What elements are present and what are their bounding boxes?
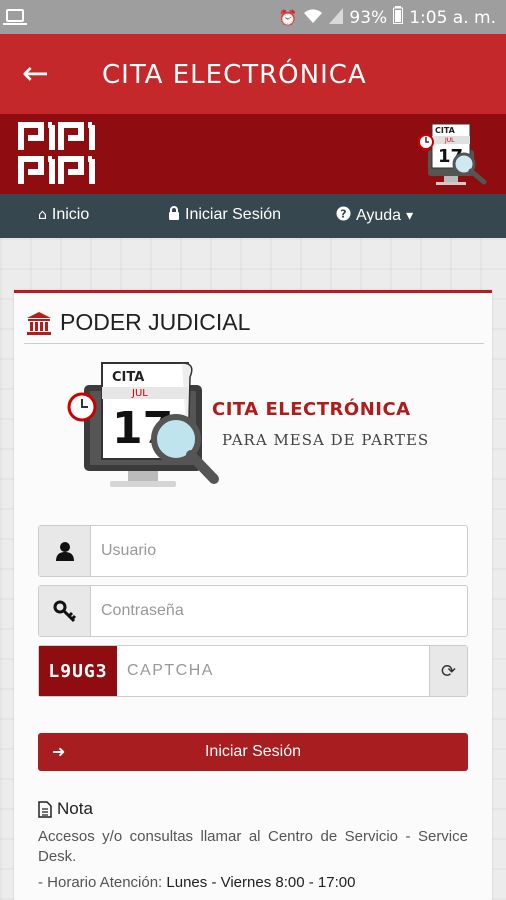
card-header: PODER JUDICIAL [26,309,250,336]
note-text: Accesos y/o consultas llamar al Centro d… [38,828,468,865]
top-navigation: ⌂ Inicio Iniciar Sesión ? Ayuda ▾ [0,194,506,238]
hours-value: Lunes - Viernes 8:00 - 17:00 [166,874,356,891]
signal-icon [329,7,344,28]
username-input[interactable] [91,526,467,576]
laptop-icon [3,9,27,25]
user-icon [39,526,91,576]
nav-item-label: Inicio [51,206,90,223]
login-button[interactable]: ➜ Iniciar Sesión [38,733,468,771]
battery-icon [393,6,404,29]
note-title: Nota [57,799,93,818]
captcha-image: L9UG3 [39,646,117,696]
svg-text:?: ? [340,208,346,221]
battery-percent: 93% [349,7,388,28]
password-input[interactable] [91,586,467,636]
sign-in-icon: ➜ [52,742,66,761]
cita-electronica-illustration: CITA JUL 17 [67,362,219,487]
refresh-captcha-button[interactable]: ⟳ [429,646,467,696]
nav-item-iniciar-sesion[interactable]: Iniciar Sesión [168,206,281,224]
poder-judicial-logo [18,122,95,184]
document-icon [38,800,52,818]
hero-calendar-label: CITA [112,370,144,385]
hero-title: CITA ELECTRÓNICA [212,399,411,420]
key-icon [39,586,91,636]
wifi-icon [303,8,323,28]
nav-item-ayuda[interactable]: ? Ayuda ▾ [336,206,413,225]
institution-icon [27,311,51,335]
banner-calendar-month: JUL [444,137,455,144]
banner-calendar-label: CITA [435,126,456,135]
app-bar: ← CITA ELECTRÓNICA [0,34,506,114]
header-banner: CITA JUL 17 [0,114,506,194]
app-title: CITA ELECTRÓNICA [102,60,367,90]
divider [24,343,484,344]
back-arrow-icon[interactable]: ← [22,56,49,90]
home-icon: ⌂ [38,207,47,223]
note-header: Nota [38,799,468,819]
hours-label: - Horario Atención: [38,874,163,891]
password-field [38,585,468,637]
captcha-field: L9UG3 ⟳ [38,645,468,697]
nav-item-label: Ayuda [356,206,402,224]
captcha-input[interactable] [117,646,429,696]
hero-subtitle: PARA MESA DE PARTES [222,431,430,449]
login-button-label: Iniciar Sesión [204,743,302,760]
hero-calendar-month: JUL [131,388,148,399]
login-card: PODER JUDICIAL CITA JUL 17 CITA ELECTRÓN… [14,290,492,900]
question-circle-icon: ? [336,206,351,225]
clock-time: 1:05 a. m. [409,7,496,28]
card-title: PODER JUDICIAL [60,309,251,335]
lock-icon [168,206,180,224]
nav-item-label: Iniciar Sesión [185,206,282,223]
alarm-icon: ⏰ [278,8,298,27]
refresh-icon: ⟳ [440,660,457,682]
status-bar: ⏰ 93% 1:05 a. m. [0,0,506,34]
caret-down-icon: ▾ [406,207,414,224]
username-field [38,525,468,577]
nav-item-inicio[interactable]: ⌂ Inicio [38,206,89,224]
note-hours: - Horario Atención: Lunes - Viernes 8:00… [38,873,468,893]
note-section: Nota Accesos y/o consultas llamar al Cen… [38,799,468,899]
calendar-search-icon: CITA JUL 17 [418,123,487,185]
